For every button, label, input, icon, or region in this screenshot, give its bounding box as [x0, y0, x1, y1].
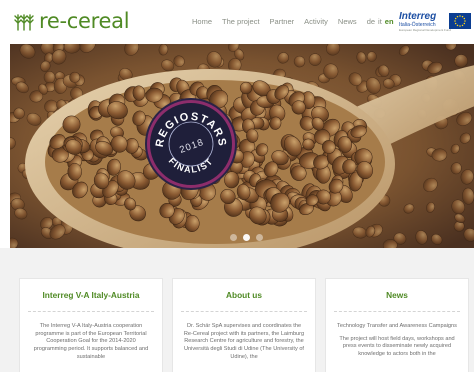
- nav-partner[interactable]: Partner: [270, 17, 295, 26]
- card-news[interactable]: News Technology Transfer and Awareness C…: [325, 278, 469, 372]
- main-nav: Home The project Partner Activity News d…: [192, 17, 394, 26]
- nav-the-project[interactable]: The project: [222, 17, 260, 26]
- lang-it[interactable]: it: [378, 17, 382, 26]
- card-paragraph: The Interreg V-A Italy-Austria cooperati…: [33, 323, 149, 360]
- logo-text: re-cereal: [39, 9, 130, 33]
- interreg-logo[interactable]: Interreg Italia-Österreich European Regi…: [399, 11, 451, 34]
- card-text: Dr. Schär SpA supervises and coordinates…: [183, 323, 305, 367]
- card-divider: [181, 311, 307, 312]
- interreg-tagline: European Regional Development Fund: [399, 28, 451, 32]
- hero-slider[interactable]: REGIOSTARS 2018 FINALIST: [10, 44, 474, 248]
- card-text: Technology Transfer and Awareness Campai…: [336, 323, 458, 364]
- lang-en[interactable]: en: [385, 17, 394, 26]
- slider-dot-3[interactable]: [256, 234, 263, 241]
- interreg-name: Interreg: [399, 11, 437, 22]
- slider-dots: [230, 234, 263, 241]
- nav-home[interactable]: Home: [192, 17, 212, 26]
- card-about-us[interactable]: About us Dr. Schär SpA supervises and co…: [172, 278, 316, 372]
- eu-flag-icon: [449, 13, 471, 29]
- nav-news[interactable]: News: [338, 17, 357, 26]
- badge-year: 2018: [178, 137, 205, 156]
- wheat-icon: [14, 14, 34, 31]
- card-title: News: [386, 290, 408, 300]
- site-logo[interactable]: re-cereal: [14, 9, 130, 33]
- card-paragraph: Dr. Schär SpA supervises and coordinates…: [183, 323, 305, 360]
- card-text: The Interreg V-A Italy-Austria cooperati…: [30, 323, 152, 367]
- slider-dot-1[interactable]: [230, 234, 237, 241]
- site-header: re-cereal Home The project Partner Activ…: [0, 0, 474, 44]
- card-paragraph: Technology Transfer and Awareness Campai…: [337, 323, 457, 329]
- card-divider: [28, 311, 154, 312]
- card-title: Interreg V-A Italy-Austria: [42, 290, 140, 300]
- svg-text:FINALIST: FINALIST: [167, 156, 216, 175]
- nav-activity[interactable]: Activity: [304, 17, 328, 26]
- badge-bottom-text: FINALIST: [167, 156, 214, 175]
- lang-de[interactable]: de: [367, 17, 375, 26]
- slider-dot-2[interactable]: [243, 234, 250, 241]
- regiostars-finalist-badge: REGIOSTARS 2018 FINALIST: [147, 100, 235, 188]
- card-interreg[interactable]: Interreg V-A Italy-Austria The Interreg …: [19, 278, 163, 372]
- card-divider: [334, 311, 460, 312]
- card-title: About us: [226, 290, 262, 300]
- card-paragraph: The project will host field days, worksh…: [339, 335, 455, 358]
- buckwheat-spoon-image: [10, 44, 474, 248]
